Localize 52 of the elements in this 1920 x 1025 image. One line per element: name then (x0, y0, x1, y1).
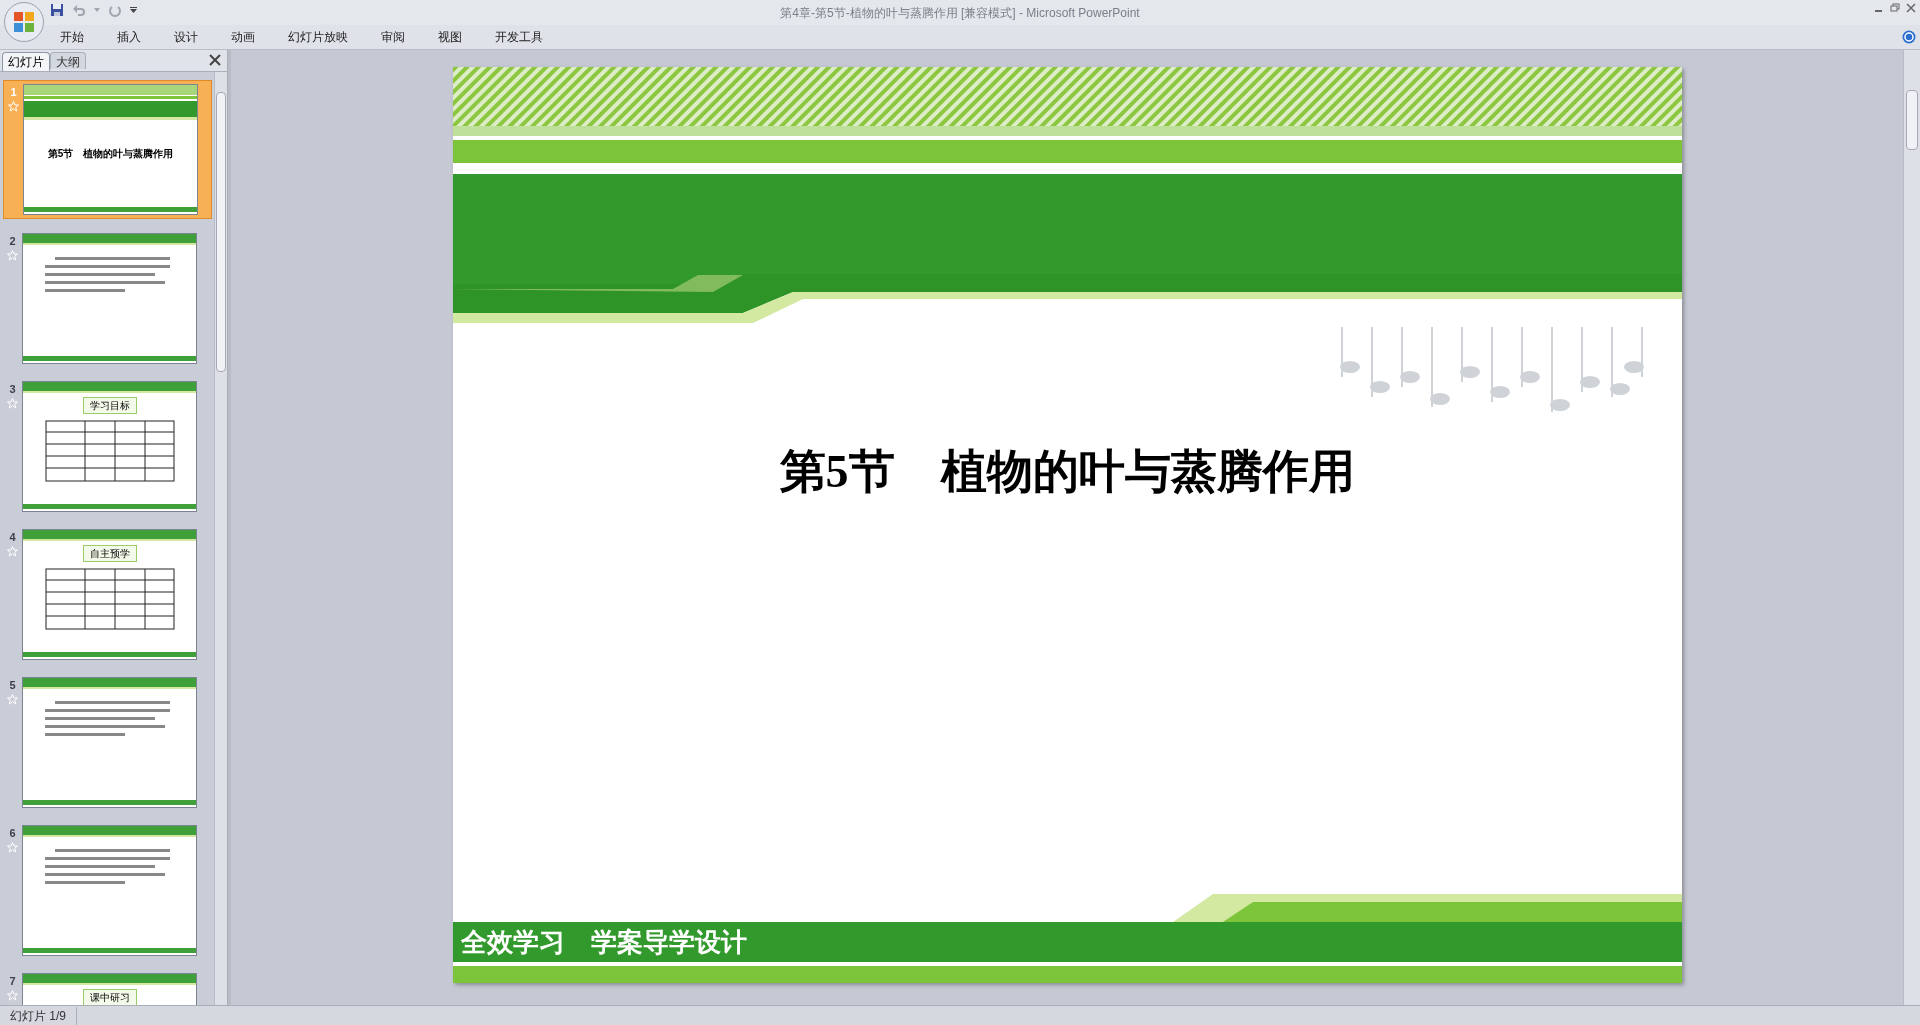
star-icon (7, 397, 18, 409)
ribbon-tab[interactable]: 插入 (117, 28, 141, 46)
office-logo-icon (12, 10, 36, 34)
slide-thumbnail-item[interactable]: 7 课中研习 (3, 970, 212, 1005)
thumbnail-heading: 第5节 植物的叶与蒸腾作用 (47, 147, 174, 161)
slide-thumbnail-item[interactable]: 1 第5节 植物的叶与蒸腾作用 (3, 80, 212, 219)
slide-thumbnail-item[interactable]: 3 学习目标 (3, 378, 212, 515)
restore-icon[interactable] (1890, 3, 1900, 13)
close-panel-icon[interactable] (209, 54, 221, 66)
slide-number: 6 (9, 826, 16, 841)
help-icon[interactable] (1902, 30, 1916, 44)
slide-number: 3 (9, 382, 16, 397)
star-icon (7, 841, 18, 853)
slide-number: 7 (9, 974, 16, 989)
star-icon (7, 693, 18, 705)
thumbnail-heading: 学习目标 (82, 397, 137, 414)
redo-icon[interactable] (108, 3, 122, 17)
panel-tab[interactable]: 大纲 (50, 52, 86, 69)
slide-thumbnail-item[interactable]: 4 自主预学 (3, 526, 212, 663)
ribbon-tab[interactable]: 审阅 (381, 28, 405, 46)
star-icon (7, 249, 18, 261)
ribbon-tab[interactable]: 开发工具 (495, 28, 543, 46)
vertical-scrollbar[interactable] (1903, 50, 1920, 1005)
customize-caret-icon[interactable] (130, 7, 137, 13)
slide-number: 5 (9, 678, 16, 693)
ribbon-tab[interactable]: 设计 (174, 28, 198, 46)
slide-indicator: 幻灯片 1/9 (0, 1006, 77, 1025)
star-icon (7, 989, 18, 1001)
slide-number: 4 (9, 530, 16, 545)
ribbon-tab[interactable]: 动画 (231, 28, 255, 46)
undo-icon[interactable] (72, 3, 86, 17)
close-icon[interactable] (1906, 3, 1916, 13)
thumbnail-heading: 课中研习 (82, 989, 137, 1005)
slide-title: 第5节 植物的叶与蒸腾作用 (779, 445, 1355, 499)
panel-tab[interactable]: 幻灯片 (2, 52, 50, 71)
ribbon-tab[interactable]: 幻灯片放映 (288, 28, 348, 46)
office-button[interactable] (4, 2, 44, 42)
thumbnail-heading: 自主预学 (82, 545, 137, 562)
caret-icon[interactable] (94, 8, 100, 12)
star-icon (8, 100, 19, 112)
save-icon[interactable] (50, 3, 64, 17)
slide-number: 2 (9, 234, 16, 249)
ribbon-tab[interactable]: 视图 (438, 28, 462, 46)
slide-thumbnail-item[interactable]: 6 (3, 822, 212, 959)
slide-footer-text: 全效学习 学案导学设计 (460, 925, 747, 959)
panel-scrollbar[interactable] (214, 72, 227, 1005)
star-icon (7, 545, 18, 557)
ribbon-tab[interactable]: 开始 (60, 28, 84, 46)
slide-thumbnail-item[interactable]: 2 (3, 230, 212, 367)
slide-thumbnail-item[interactable]: 5 (3, 674, 212, 811)
slide-number: 1 (10, 85, 17, 100)
window-title: 第4章-第5节-植物的叶与蒸腾作用 [兼容模式] - Microsoft PowerPoint (780, 4, 1140, 22)
